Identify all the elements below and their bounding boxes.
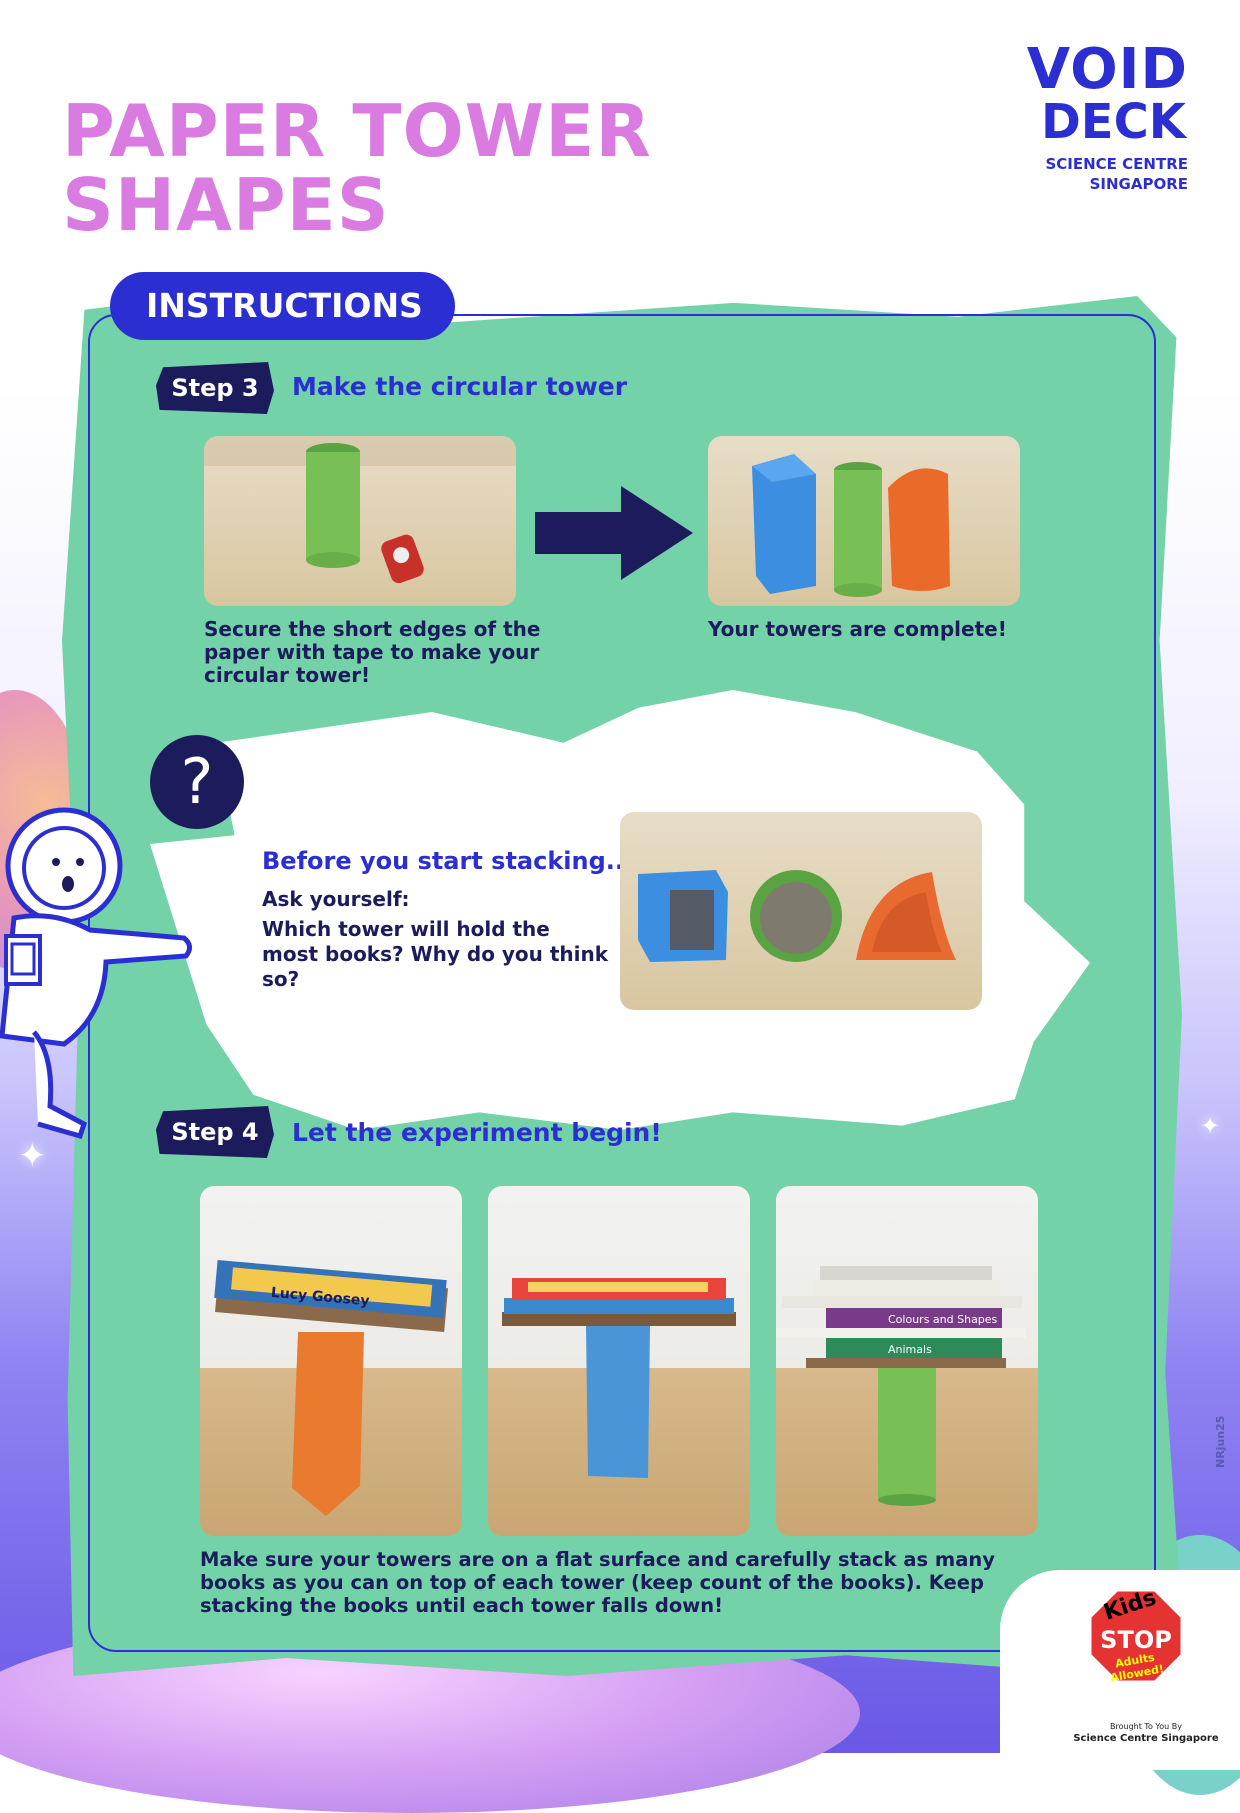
document-code: NRjun25 — [1214, 1415, 1227, 1468]
logo-deck: DECK — [1040, 94, 1186, 150]
star-icon: ✦ — [1200, 1112, 1221, 1140]
towers-complete-caption: Your towers are complete! — [708, 617, 1007, 641]
caption-emphasis: flat surface — [555, 1548, 681, 1571]
caption-part: Make sure your towers are on a — [200, 1548, 556, 1571]
logo-subtitle: SCIENCE CENTRE SINGAPORE — [1045, 155, 1188, 193]
photo-triangle-tower-books: Lucy Goosey — [200, 1186, 462, 1536]
photo-three-towers-drawing — [752, 454, 950, 597]
photo-circular-tower-books: Colours and Shapes Animals — [776, 1186, 1038, 1536]
bubble-question: Which tower will hold the most books? Wh… — [262, 917, 609, 991]
void-deck-logo: VOID DECK SCIENCE CENTRE SINGAPORE — [968, 42, 1188, 194]
photo-circular-tower-books-drawing: Colours and Shapes Animals — [776, 1266, 1026, 1506]
caption-emphasis: (keep count of the books) — [631, 1571, 915, 1594]
caption-part: Secure the — [204, 617, 333, 641]
step-3-title: Make the circular tower — [292, 372, 628, 401]
step-4-badge: Step 4 — [156, 1106, 274, 1158]
photo-circular-tower-tape — [204, 436, 516, 606]
photo-triangle-tower-books-drawing: Lucy Goosey — [214, 1260, 448, 1516]
brought-to-you-by: Brought To You By — [1110, 1722, 1182, 1731]
bubble-subheading: Ask yourself: — [262, 887, 410, 911]
logo-void-text: VOID — [1026, 37, 1188, 102]
step-4-caption: Make sure your towers are on a flat surf… — [200, 1548, 1000, 1617]
photo-square-tower-books — [488, 1186, 750, 1536]
instructions-label: INSTRUCTIONS — [110, 272, 455, 340]
caption-emphasis: short edges — [332, 617, 467, 641]
step-3-badge: Step 3 — [156, 362, 274, 414]
photo-tower-tops-drawing — [638, 870, 956, 962]
science-centre-singapore: Science Centre Singapore — [1073, 1733, 1219, 1744]
book-title-animals: Animals — [888, 1343, 932, 1356]
step-4-title: Let the experiment begin! — [292, 1118, 662, 1147]
page-title: PAPER TOWER SHAPES — [62, 94, 652, 242]
photo-tower-tops — [620, 812, 982, 1010]
logo-void: VOID — [968, 42, 1188, 98]
photo-three-towers — [708, 436, 1020, 606]
arrow-right-icon — [535, 486, 693, 580]
title-line-1: PAPER TOWER — [62, 89, 652, 173]
bubble-heading: Before you start stacking... — [262, 847, 634, 875]
photo-circular-tower-tape-drawing — [204, 436, 516, 584]
title-line-2: SHAPES — [62, 163, 390, 247]
book-title-colours-shapes: Colours and Shapes — [888, 1313, 998, 1326]
step-3-caption: Secure the short edges of the paper with… — [204, 618, 544, 687]
photo-square-tower-books-drawing — [502, 1278, 736, 1478]
